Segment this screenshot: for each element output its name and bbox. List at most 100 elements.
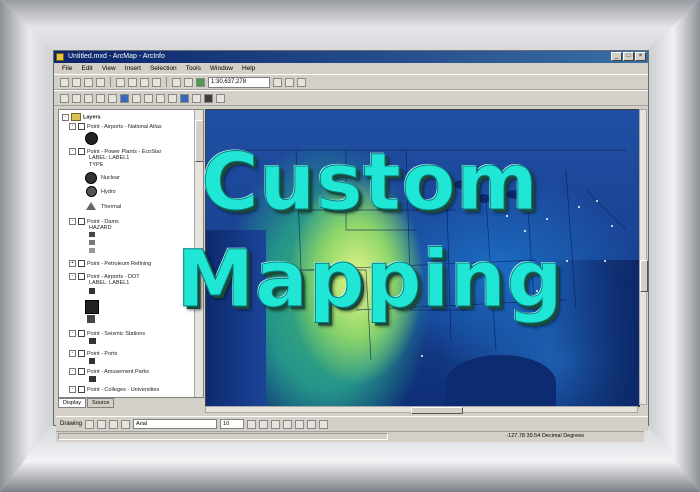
select-features-icon[interactable] <box>156 93 165 103</box>
close-button[interactable]: × <box>635 52 646 61</box>
city-point <box>524 230 526 232</box>
city-point <box>421 355 423 357</box>
italic-icon[interactable] <box>259 419 269 429</box>
status-message-cell <box>58 433 388 440</box>
menu-insert[interactable]: Insert <box>125 63 141 74</box>
toc-layer-label: Point - Ports <box>87 350 118 357</box>
tab-display[interactable]: Display <box>58 398 87 408</box>
rotate-icon[interactable] <box>97 419 107 429</box>
collapse-icon[interactable]: - <box>69 123 76 130</box>
previous-extent-icon[interactable] <box>132 93 141 103</box>
status-bar: -127.78 39.54 Decimal Degrees <box>56 431 644 442</box>
draw-toolbar: Drawing Arial 10 <box>56 416 648 431</box>
redo-icon[interactable] <box>184 77 193 87</box>
select-arrow-icon[interactable] <box>85 419 95 429</box>
menu-window[interactable]: Window <box>210 63 233 74</box>
toc-layer-row[interactable]: - Point - Seismic Stations <box>69 330 145 337</box>
minimize-button[interactable]: _ <box>611 52 622 61</box>
toc-layers-root[interactable]: - Layers <box>62 113 101 121</box>
toc-tabs: Display Source <box>58 398 115 408</box>
layer-visibility-checkbox[interactable] <box>78 386 85 393</box>
undo-icon[interactable] <box>172 77 181 87</box>
next-extent-icon[interactable] <box>144 93 153 103</box>
open-folder-icon[interactable] <box>72 77 81 87</box>
paste-icon[interactable] <box>140 77 149 87</box>
fixed-zoom-in-icon[interactable] <box>84 93 93 103</box>
window-titlebar[interactable]: Untitled.mxd - ArcMap - ArcInfo _ □ × <box>54 51 648 63</box>
map-scale-combo[interactable]: 1:30,637,278 <box>208 76 270 88</box>
delete-icon[interactable] <box>152 77 161 87</box>
font-name-combo[interactable]: Arial <box>133 419 218 429</box>
maximize-button[interactable]: □ <box>623 52 634 61</box>
full-extent-globe-icon[interactable] <box>120 93 129 103</box>
print-icon[interactable] <box>96 77 105 87</box>
menu-selection[interactable]: Selection <box>150 63 177 74</box>
collapse-icon[interactable]: - <box>69 330 76 337</box>
line-color-icon[interactable] <box>307 419 317 429</box>
rectangle-icon[interactable] <box>109 419 119 429</box>
collapse-icon[interactable]: - <box>69 350 76 357</box>
toc-layer-label: Point - Colleges - Universities <box>87 386 160 393</box>
map-horizontal-scrollbar[interactable] <box>205 406 638 414</box>
arctoolbox-icon[interactable] <box>285 77 294 87</box>
toc-layer-label: Point - Amusement Parks <box>87 368 150 375</box>
layer-visibility-checkbox[interactable] <box>78 330 85 337</box>
toc-layer-row[interactable]: - Point - Amusement Parks <box>69 368 149 375</box>
fixed-zoom-out-icon[interactable] <box>96 93 105 103</box>
save-icon[interactable] <box>84 77 93 87</box>
standard-toolbar: 1:30,637,278 <box>54 74 648 90</box>
amusement-park-icon <box>89 376 96 382</box>
help-pointer-icon[interactable] <box>297 77 306 87</box>
hyperlink-icon[interactable] <box>216 93 225 103</box>
tab-source[interactable]: Source <box>87 398 115 408</box>
identify-icon[interactable] <box>180 93 189 103</box>
window-title: Untitled.mxd - ArcMap - ArcInfo <box>68 53 165 60</box>
fill-color-icon[interactable] <box>295 419 305 429</box>
layer-visibility-checkbox[interactable] <box>78 123 85 130</box>
find-binoculars-icon[interactable] <box>192 93 201 103</box>
headline-line-2: Mapping <box>176 235 564 326</box>
layers-icon <box>71 113 81 121</box>
zoom-in-icon[interactable] <box>60 93 69 103</box>
drawing-menu[interactable]: Drawing <box>60 421 82 427</box>
toc-layer-row[interactable]: - Point - Colleges - Universities <box>69 386 159 393</box>
text-icon[interactable] <box>121 419 131 429</box>
headline-line-1: Custom <box>201 138 539 229</box>
editor-toolbar-icon[interactable] <box>273 77 282 87</box>
menu-tools[interactable]: Tools <box>186 63 201 74</box>
new-document-icon[interactable] <box>60 77 69 87</box>
arcmap-app-icon <box>56 53 64 61</box>
seismic-symbol-icon <box>89 338 96 344</box>
menu-help[interactable]: Help <box>242 63 255 74</box>
font-size-combo[interactable]: 10 <box>220 419 245 429</box>
underline-icon[interactable] <box>271 419 281 429</box>
layer-visibility-checkbox[interactable] <box>78 350 85 357</box>
marker-color-icon[interactable] <box>319 419 329 429</box>
collapse-icon[interactable]: - <box>69 386 76 393</box>
collapse-icon[interactable]: - <box>62 113 69 121</box>
toc-layer-row[interactable]: - Point - Ports <box>69 350 117 357</box>
bold-icon[interactable] <box>247 419 257 429</box>
copy-icon[interactable] <box>128 77 137 87</box>
font-color-icon[interactable] <box>283 419 293 429</box>
pan-hand-icon[interactable] <box>108 93 117 103</box>
toc-layer-row[interactable]: - Point - Airports - National Atlas <box>69 123 162 130</box>
toc-root-label: Layers <box>83 114 101 121</box>
toc-layer-label: Point - Airports - National Atlas <box>87 123 162 130</box>
select-elements-arrow-icon[interactable] <box>168 93 177 103</box>
zoom-out-icon[interactable] <box>72 93 81 103</box>
layer-visibility-checkbox[interactable] <box>78 368 85 375</box>
measure-icon[interactable] <box>204 93 213 103</box>
menu-file[interactable]: File <box>62 63 72 74</box>
cut-icon[interactable] <box>116 77 125 87</box>
menu-bar: File Edit View Insert Selection Tools Wi… <box>54 63 648 74</box>
collapse-icon[interactable]: - <box>69 368 76 375</box>
menu-view[interactable]: View <box>102 63 116 74</box>
tools-toolbar <box>54 90 648 106</box>
bevel-frame: Untitled.mxd - ArcMap - ArcInfo _ □ × Fi… <box>0 0 700 492</box>
menu-edit[interactable]: Edit <box>81 63 92 74</box>
add-data-icon[interactable] <box>196 77 205 87</box>
toolbar-separator <box>166 77 167 87</box>
status-coordinates: -127.78 39.54 Decimal Degrees <box>506 433 584 439</box>
scrollbar-thumb[interactable] <box>411 407 463 414</box>
